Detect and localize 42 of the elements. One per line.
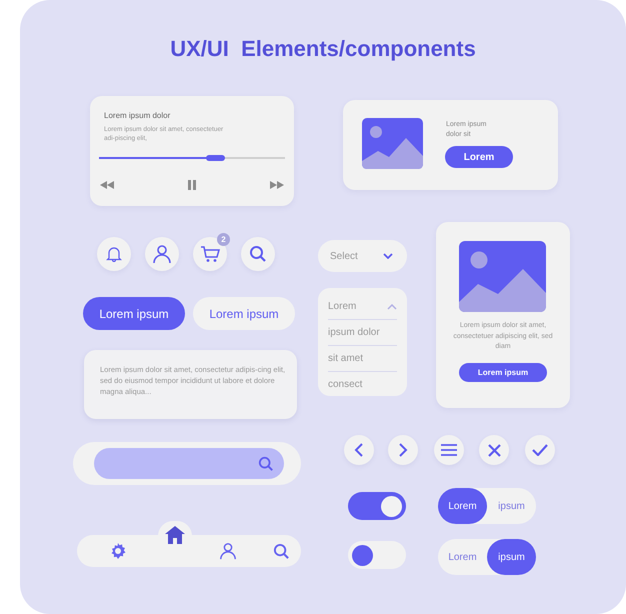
- cart-icon: [200, 245, 220, 263]
- rewind-icon[interactable]: [100, 181, 114, 189]
- pause-icon[interactable]: [188, 180, 196, 190]
- nav-tab[interactable]: [271, 542, 291, 560]
- lorem-button[interactable]: Lorem ipsum: [83, 297, 185, 330]
- nav-tab[interactable]: [218, 542, 238, 560]
- close-icon: [488, 444, 500, 456]
- search-icon: [249, 245, 267, 263]
- chevron-down-icon: [383, 253, 393, 259]
- select-dropdown[interactable]: Select: [318, 240, 407, 272]
- nav-tab[interactable]: [165, 526, 185, 544]
- gear-icon: [109, 542, 127, 560]
- page-title: UX/UI Elements/components: [169, 36, 477, 62]
- user-icon: [152, 244, 172, 264]
- image-card-button[interactable]: Lorem ipsum: [459, 363, 547, 382]
- check-icon: [532, 444, 548, 456]
- fast-forward-icon[interactable]: [270, 181, 284, 189]
- lorem-button[interactable]: Lorem ipsum: [193, 297, 295, 330]
- search-icon: [272, 542, 290, 560]
- search-icon: [258, 456, 274, 472]
- user-icon: [219, 542, 237, 560]
- toggle-switch[interactable]: [348, 541, 406, 569]
- dropdown-option[interactable]: ipsum dolor: [328, 327, 380, 338]
- dropdown-option[interactable]: consect: [328, 379, 362, 390]
- dropdown-option[interactable]: sit amet: [328, 353, 364, 364]
- home-icon: [165, 526, 185, 544]
- segment-option[interactable]: Lorem: [438, 539, 487, 575]
- menu-icon: [441, 444, 457, 456]
- player-title: Lorem ipsum dolor: [104, 111, 170, 120]
- dropdown-header[interactable]: Lorem: [328, 301, 356, 312]
- segment-option[interactable]: ipsum: [487, 539, 536, 575]
- image-placeholder-icon: [362, 118, 423, 169]
- search-field[interactable]: [94, 448, 284, 479]
- image-placeholder-icon: [459, 241, 546, 312]
- bell-icon: [106, 246, 122, 262]
- chevron-left-icon: [354, 443, 364, 457]
- toggle-switch[interactable]: [348, 492, 406, 520]
- media-button[interactable]: Lorem: [445, 146, 513, 168]
- segment-option[interactable]: ipsum: [487, 488, 536, 524]
- select-placeholder: Select: [330, 250, 358, 262]
- chevron-right-icon: [398, 443, 408, 457]
- segment-option[interactable]: Lorem: [438, 488, 487, 524]
